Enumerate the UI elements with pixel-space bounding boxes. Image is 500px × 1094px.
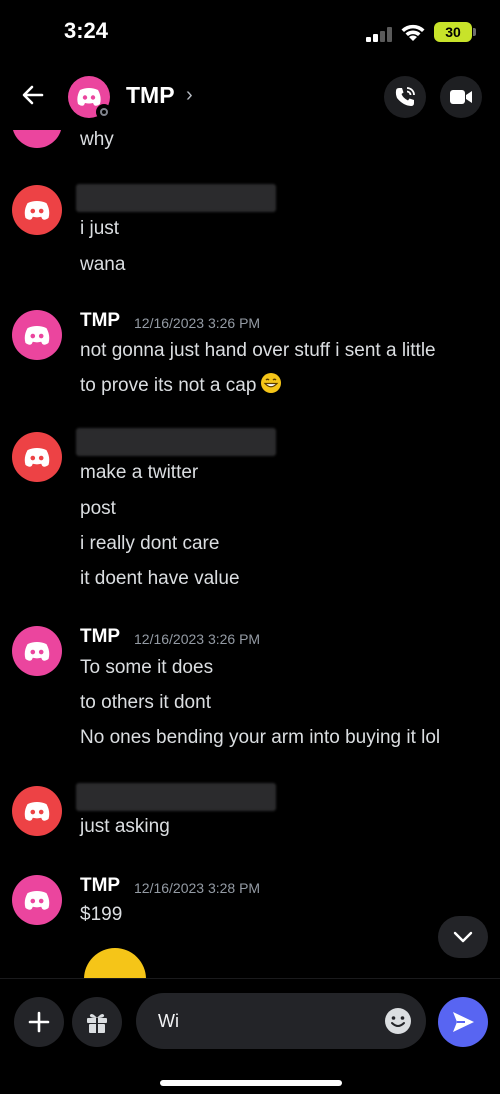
message-text: not gonna just hand over stuff i sent a … xyxy=(80,340,436,361)
message-author[interactable]: TMP xyxy=(80,626,120,648)
wifi-icon xyxy=(401,24,425,41)
avatar[interactable] xyxy=(12,626,62,676)
discord-logo-icon xyxy=(24,447,50,467)
video-call-button[interactable] xyxy=(440,76,482,118)
message-text: To some it does xyxy=(80,657,214,678)
phone-call-icon xyxy=(395,87,415,106)
message-composer xyxy=(0,978,500,1094)
message-text-span: to prove its not a cap xyxy=(80,375,257,396)
arrow-left-icon[interactable] xyxy=(16,78,50,112)
discord-logo-icon xyxy=(24,801,50,821)
redacted-username xyxy=(76,184,276,212)
avatar[interactable] xyxy=(12,786,62,836)
smiley-icon[interactable] xyxy=(384,1007,412,1035)
send-arrow-icon xyxy=(453,1012,474,1032)
discord-logo-icon xyxy=(24,890,50,910)
message-timestamp: 12/16/2023 3:28 PM xyxy=(134,880,261,896)
avatar[interactable] xyxy=(12,432,62,482)
avatar[interactable] xyxy=(12,310,62,360)
discord-logo-icon xyxy=(24,325,50,345)
attach-button[interactable] xyxy=(14,997,64,1047)
message-text: it doent have value xyxy=(80,568,240,589)
message-text: wana xyxy=(80,254,126,275)
message-input[interactable] xyxy=(136,993,426,1049)
discord-logo-icon xyxy=(24,641,50,661)
discord-logo-icon xyxy=(24,200,50,220)
message-text: i really dont care xyxy=(80,533,220,554)
message-text: to prove its not a cap xyxy=(80,372,282,397)
message-text: to others it dont xyxy=(80,692,211,713)
message-author[interactable]: TMP xyxy=(80,875,120,897)
message-text: $199 xyxy=(80,904,123,925)
message-text: post xyxy=(80,498,116,519)
message-text: make a twitter xyxy=(80,462,199,483)
send-button[interactable] xyxy=(438,997,488,1047)
chat-header: TMP › xyxy=(0,62,500,130)
signal-icon xyxy=(366,26,394,42)
battery-nub xyxy=(473,28,476,36)
redacted-username xyxy=(76,783,276,811)
grinning-face-emoji-icon xyxy=(261,373,282,393)
gift-icon xyxy=(87,1014,107,1033)
message-text: just asking xyxy=(80,816,170,837)
status-bar: 3:24 30 xyxy=(0,0,500,62)
chevron-right-icon[interactable]: › xyxy=(186,84,193,107)
message-text: No ones bending your arm into buying it … xyxy=(80,727,441,748)
message-text: why xyxy=(80,130,114,150)
video-camera-icon xyxy=(450,90,472,104)
message-author[interactable]: TMP xyxy=(80,310,120,332)
message-timestamp: 12/16/2023 3:26 PM xyxy=(134,631,261,647)
home-indicator xyxy=(160,1080,342,1086)
battery-indicator: 30 xyxy=(434,22,472,42)
avatar[interactable] xyxy=(12,875,62,925)
page-title[interactable]: TMP xyxy=(126,82,175,109)
message-timestamp: 12/16/2023 3:26 PM xyxy=(134,315,261,331)
offline-status-dot xyxy=(96,104,112,120)
chevron-down-icon xyxy=(453,931,473,943)
large-emoji-icon xyxy=(84,948,146,978)
message-list[interactable]: why i just wana TMP 12/16/2023 3:26 PM n… xyxy=(0,130,500,978)
message-text: i just xyxy=(80,218,120,239)
avatar[interactable] xyxy=(12,185,62,235)
plus-icon xyxy=(28,1011,50,1033)
gift-button[interactable] xyxy=(72,997,122,1047)
voice-call-button[interactable] xyxy=(384,76,426,118)
avatar[interactable] xyxy=(12,130,62,148)
discord-logo-icon xyxy=(77,88,101,106)
scroll-to-bottom-button[interactable] xyxy=(438,916,488,958)
redacted-username xyxy=(76,428,276,456)
status-time: 3:24 xyxy=(64,18,109,43)
